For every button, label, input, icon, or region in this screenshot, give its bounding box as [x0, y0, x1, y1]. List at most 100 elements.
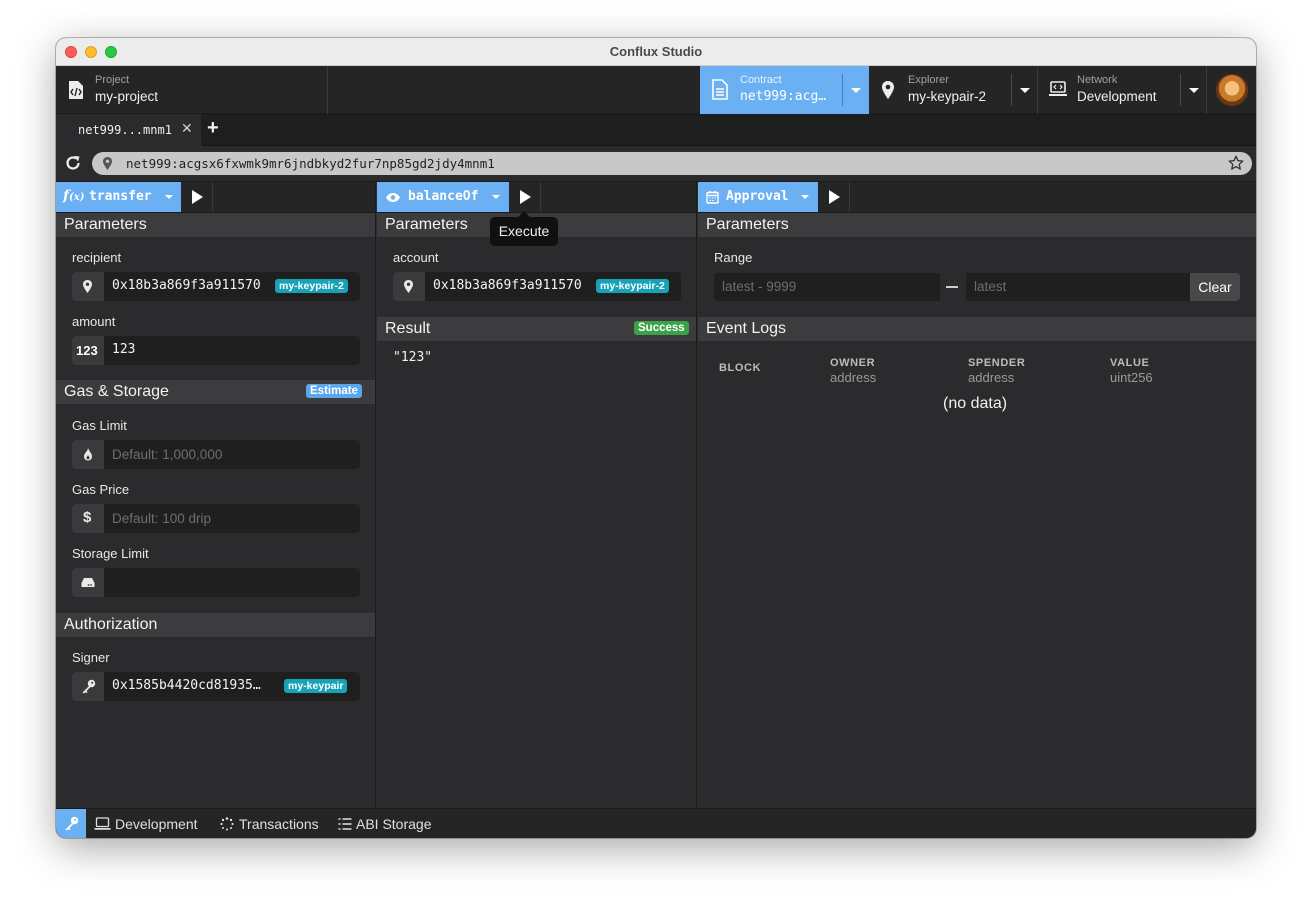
- function-name: transfer: [89, 189, 152, 204]
- column-header: SPENDER: [968, 357, 1026, 369]
- range-to-input[interactable]: latest: [966, 273, 1190, 301]
- play-icon: [520, 190, 531, 204]
- authorization-header: Authorization: [56, 613, 375, 637]
- keypair-manager-button[interactable]: [56, 809, 86, 838]
- chevron-down-icon[interactable]: [851, 88, 861, 93]
- column-type: uint256: [1110, 370, 1153, 385]
- storage-limit-input[interactable]: [72, 568, 360, 597]
- account-input[interactable]: 0x18b3a869f3a911570 my-keypair-2: [393, 272, 681, 301]
- number-icon: 123: [72, 336, 104, 365]
- prefix-box: [72, 672, 104, 701]
- amount-label: amount: [72, 314, 116, 329]
- gas-price-input[interactable]: $ Default: 100 drip: [72, 504, 360, 533]
- contract-selector[interactable]: Contract net999:acg…: [700, 66, 869, 114]
- recipient-label: recipient: [72, 250, 122, 265]
- dollar-icon: $: [83, 509, 92, 526]
- explorer-value: my-keypair-2: [908, 89, 987, 104]
- range-from-input[interactable]: latest - 9999: [714, 273, 940, 301]
- add-tab-icon[interactable]: +: [207, 117, 219, 140]
- empty-state: (no data): [943, 395, 1008, 412]
- statusbar-network[interactable]: Development: [94, 809, 206, 838]
- range-to-placeholder: latest: [974, 279, 1007, 294]
- explorer-selector[interactable]: Explorer my-keypair-2: [869, 66, 1038, 114]
- network-divider: [1180, 74, 1181, 106]
- network-selector[interactable]: Network Development: [1038, 66, 1207, 114]
- function-selector[interactable]: f(x) transfer: [56, 182, 181, 212]
- status-bar: Development Transactions ABI Storage: [56, 808, 1256, 838]
- gas-limit-placeholder: Default: 1,000,000: [112, 447, 223, 462]
- recipient-value: 0x18b3a869f3a911570: [112, 278, 261, 293]
- result-value: "123": [393, 350, 433, 365]
- clear-button[interactable]: Clear: [1190, 273, 1240, 301]
- statusbar-abi-storage[interactable]: ABI Storage: [338, 809, 438, 838]
- keypair-badge: my-keypair-2: [596, 279, 669, 293]
- prefix-box: [72, 272, 104, 301]
- chevron-down-icon[interactable]: [1189, 88, 1199, 93]
- app-window: Conflux Studio Project my-project Contra…: [56, 38, 1256, 838]
- estimate-button[interactable]: Estimate: [306, 384, 362, 398]
- function-pane-read: balanceOf Parameters account 0x18b3a869f…: [377, 182, 697, 808]
- gas-storage-header: Gas & Storage Estimate: [56, 380, 375, 404]
- number-prefix: 123: [76, 343, 98, 358]
- column-header: VALUE: [1110, 357, 1150, 369]
- section-title: Authorization: [64, 616, 158, 633]
- event-selector[interactable]: Approval: [698, 182, 818, 212]
- explorer-label: Explorer: [908, 74, 949, 86]
- project-selector[interactable]: Project my-project: [56, 66, 328, 114]
- clear-label: Clear: [1198, 279, 1232, 295]
- title-bar: Conflux Studio: [56, 38, 1256, 66]
- statusbar-transactions-label: Transactions: [239, 816, 319, 832]
- contract-divider: [842, 74, 843, 106]
- contract-label: Contract: [740, 74, 782, 86]
- pane-toolbar: f(x) transfer: [56, 182, 375, 213]
- laptop-code-icon: [94, 817, 111, 830]
- close-icon[interactable]: ✕: [181, 120, 193, 137]
- chevron-down-icon: [492, 195, 500, 199]
- project-label: Project: [95, 74, 130, 86]
- play-icon: [192, 190, 203, 204]
- result-header: Result Success: [377, 317, 696, 341]
- tab-contract[interactable]: net999...mnm1 ✕: [56, 114, 201, 146]
- map-pin-icon: [882, 81, 894, 99]
- account-value: 0x18b3a869f3a911570: [433, 278, 582, 293]
- play-icon: [829, 190, 840, 204]
- prefix-box: [72, 568, 104, 597]
- function-pane-write: f(x) transfer Parameters recipient 0x18b…: [56, 182, 376, 808]
- amount-input[interactable]: 123 123: [72, 336, 360, 365]
- reload-icon[interactable]: [64, 154, 82, 172]
- address-value: net999:acgsx6fxwmk9mr6jndbkyd2fur7np85gd…: [126, 156, 495, 171]
- window-title: Conflux Studio: [609, 44, 703, 59]
- range-separator: [946, 286, 958, 288]
- calendar-icon: [706, 191, 719, 204]
- execute-button[interactable]: [509, 182, 541, 212]
- function-selector[interactable]: balanceOf: [377, 182, 509, 212]
- section-title: Event Logs: [706, 320, 787, 337]
- user-avatar[interactable]: [1216, 74, 1248, 106]
- network-value: Development: [1077, 89, 1157, 104]
- gas-limit-input[interactable]: Default: 1,000,000: [72, 440, 360, 469]
- hard-drive-icon: [81, 578, 95, 587]
- prefix-box: $: [72, 504, 104, 533]
- function-icon: f(x): [63, 188, 85, 204]
- key-icon: [65, 816, 79, 831]
- statusbar-abi-label: ABI Storage: [356, 816, 432, 832]
- explorer-divider: [1011, 74, 1012, 106]
- flame-icon: [84, 448, 92, 461]
- recipient-input[interactable]: 0x18b3a869f3a911570 my-keypair-2: [72, 272, 360, 301]
- execute-button[interactable]: [181, 182, 213, 212]
- section-title: Parameters: [706, 216, 789, 233]
- star-icon[interactable]: [1228, 155, 1244, 171]
- chevron-down-icon[interactable]: [1020, 88, 1030, 93]
- eye-icon: [386, 193, 400, 202]
- amount-value: 123: [112, 342, 136, 357]
- list-icon: [338, 818, 352, 830]
- statusbar-transactions[interactable]: Transactions: [220, 809, 330, 838]
- chevron-down-icon: [801, 195, 809, 199]
- keypair-badge: my-keypair-2: [275, 279, 348, 293]
- signer-select[interactable]: 0x1585b4420cd81935… my-keypair: [72, 672, 360, 701]
- parameters-header: Parameters: [56, 213, 375, 237]
- address-input[interactable]: net999:acgsx6fxwmk9mr6jndbkyd2fur7np85gd…: [92, 152, 1252, 175]
- key-icon: [82, 679, 96, 694]
- tab-label: net999...mnm1: [78, 123, 172, 137]
- execute-button[interactable]: [818, 182, 850, 212]
